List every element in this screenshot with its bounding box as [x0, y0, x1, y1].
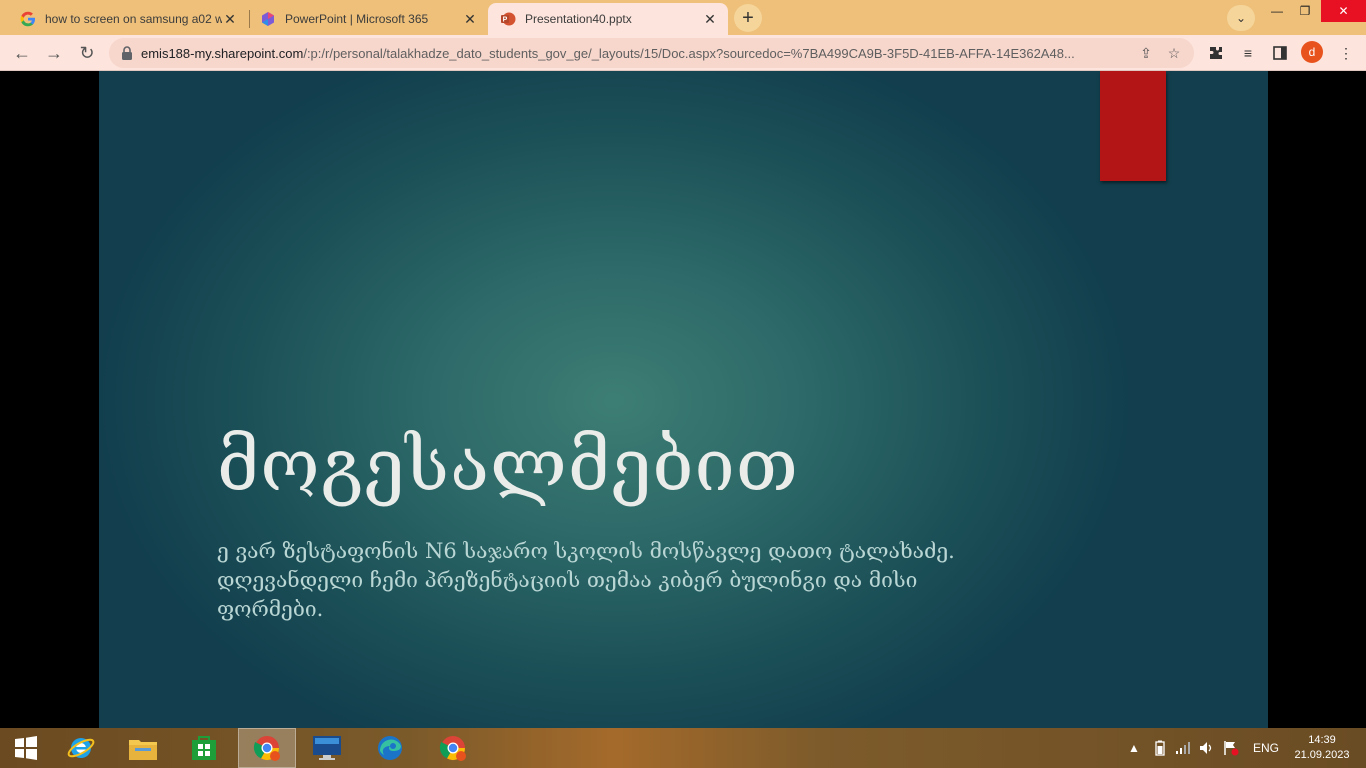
- chrome-profile-icon: [439, 736, 466, 761]
- profile-avatar[interactable]: d: [1301, 41, 1323, 63]
- arrow-right-icon: →: [45, 42, 63, 63]
- slide-title: მოგესალმებით: [217, 423, 799, 507]
- restore-icon: ❐: [1299, 4, 1311, 18]
- reload-button[interactable]: ↻: [74, 40, 100, 66]
- tab-search-button[interactable]: ⌄: [1227, 5, 1255, 31]
- restore-button[interactable]: ❐: [1290, 0, 1320, 22]
- reload-icon: ↻: [79, 42, 95, 63]
- browser-toolbar: ← → ↻ emis188-my.sharepoint.com/:p:/r/pe…: [0, 35, 1366, 71]
- url-host: emis188-my.sharepoint.com: [141, 45, 304, 61]
- taskbar-file-explorer[interactable]: [117, 728, 169, 768]
- tab-title: PowerPoint | Microsoft 365: [285, 12, 429, 26]
- back-button[interactable]: ←: [9, 40, 35, 66]
- tab-title: how to screen on samsung a02 w: [45, 12, 222, 26]
- taskbar-internet-explorer[interactable]: [55, 728, 107, 768]
- start-button[interactable]: [0, 728, 52, 768]
- chevron-down-icon: ⌄: [1235, 11, 1247, 25]
- browser-tab-strip: how to screen on samsung a02 w ✕ PowerPo…: [0, 0, 1366, 35]
- forward-button[interactable]: →: [41, 40, 67, 66]
- close-window-button[interactable]: ✕: [1321, 0, 1366, 22]
- taskbar-chrome[interactable]: [238, 728, 296, 768]
- microsoft-store-icon: [192, 736, 216, 760]
- tab-powerpoint-365[interactable]: PowerPoint | Microsoft 365 ✕: [248, 3, 488, 35]
- clock-date: 21.09.2023: [1294, 749, 1350, 761]
- side-panel-icon[interactable]: [1268, 41, 1292, 65]
- slide-ribbon-accent: [1100, 71, 1166, 181]
- network-signal-icon[interactable]: [1175, 728, 1191, 768]
- minimize-icon: —: [1271, 4, 1283, 18]
- bookmark-star-icon[interactable]: ☆: [1160, 41, 1188, 65]
- internet-explorer-icon: [67, 738, 95, 758]
- url-path: /:p:/r/personal/talakhadze_dato_students…: [303, 45, 1075, 61]
- chrome-icon: [253, 736, 280, 761]
- file-explorer-icon: [129, 740, 157, 760]
- lenovo-icon: [313, 736, 341, 760]
- chevron-up-icon: ▲: [1128, 741, 1140, 755]
- taskbar-lenovo[interactable]: [301, 728, 353, 768]
- slide-subtitle: ე ვარ ზესტაფონის N6 საჯარო სკოლის მოსწავ…: [217, 539, 955, 621]
- presentation-viewer: მოგესალმებით ე ვარ ზესტაფონის N6 საჯარო …: [0, 71, 1366, 728]
- tab-google-search[interactable]: how to screen on samsung a02 w ✕: [8, 3, 248, 35]
- taskbar-edge[interactable]: [364, 728, 416, 768]
- start-windows-icon: [15, 736, 37, 760]
- close-tab-icon[interactable]: ✕: [222, 11, 238, 27]
- microsoft365-icon: [260, 11, 276, 27]
- slide: მოგესალმებით ე ვარ ზესტაფონის N6 საჯარო …: [99, 71, 1268, 728]
- new-tab-button[interactable]: +: [734, 4, 762, 32]
- notification-flag-icon[interactable]: [1223, 728, 1239, 768]
- reading-list-icon[interactable]: ≡: [1236, 41, 1260, 65]
- powerpoint-icon: P: [500, 11, 516, 27]
- address-bar[interactable]: emis188-my.sharepoint.com/:p:/r/personal…: [109, 38, 1194, 68]
- edge-icon: [378, 736, 402, 760]
- show-hidden-icons-button[interactable]: ▲: [1128, 728, 1140, 768]
- tab-presentation[interactable]: P Presentation40.pptx ✕: [488, 3, 728, 35]
- url-text: emis188-my.sharepoint.com/:p:/r/personal…: [141, 46, 1132, 61]
- close-tab-icon[interactable]: ✕: [702, 11, 718, 27]
- clock[interactable]: 14:39 21.09.2023: [1290, 733, 1354, 763]
- google-g-icon: [20, 11, 36, 27]
- taskbar-chrome-profile[interactable]: [427, 728, 479, 768]
- share-icon[interactable]: ⇪: [1132, 41, 1160, 65]
- arrow-left-icon: ←: [13, 42, 31, 63]
- extensions-puzzle-icon[interactable]: [1204, 41, 1228, 65]
- clock-time: 14:39: [1308, 734, 1336, 746]
- minimize-button[interactable]: —: [1262, 0, 1292, 22]
- lock-icon: [121, 46, 133, 60]
- windows-taskbar: ▲ ENG 14:39 21.09.2023: [0, 728, 1366, 768]
- svg-text:P: P: [503, 17, 508, 24]
- close-icon: ✕: [1338, 4, 1349, 18]
- tab-title: Presentation40.pptx: [525, 12, 632, 26]
- menu-kebab-icon[interactable]: ⋮: [1334, 41, 1358, 65]
- battery-icon[interactable]: [1155, 728, 1165, 768]
- taskbar-microsoft-store[interactable]: [178, 728, 230, 768]
- close-tab-icon[interactable]: ✕: [462, 11, 478, 27]
- volume-icon[interactable]: [1199, 728, 1215, 768]
- language-indicator[interactable]: ENG: [1253, 728, 1279, 768]
